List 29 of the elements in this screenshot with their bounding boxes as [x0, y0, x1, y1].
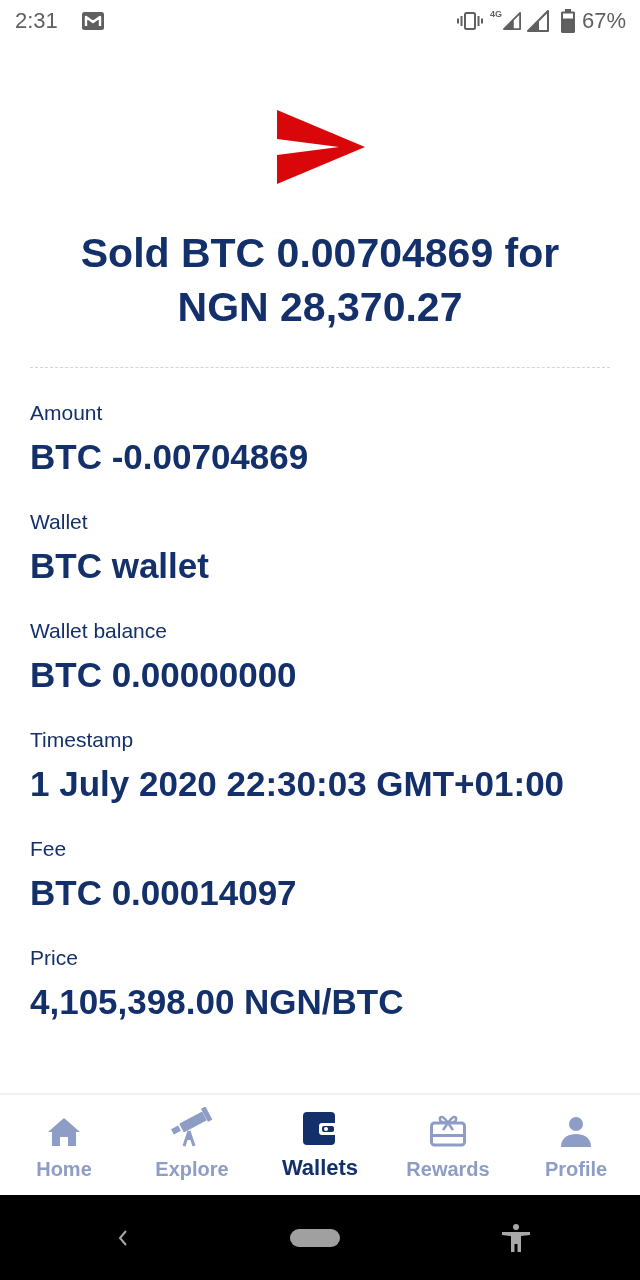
battery-percent: 67% — [581, 8, 626, 34]
signal-icon — [502, 11, 521, 31]
field-value: BTC -0.00704869 — [30, 437, 310, 477]
field-label: Fee — [30, 837, 68, 861]
field-label: Wallet — [30, 510, 89, 534]
network-type: 4G — [489, 9, 502, 19]
field-value: 1 July 2020 22:30:03 GMT+01:00 — [30, 764, 566, 804]
field-label: Amount — [30, 401, 104, 425]
field-value: BTC 0.00000000 — [30, 655, 298, 695]
back-icon[interactable] — [118, 1229, 128, 1246]
home-icon — [47, 1117, 81, 1147]
status-time: 2:31 — [15, 8, 58, 34]
profile-icon — [561, 1117, 591, 1147]
mail-icon — [81, 12, 104, 30]
field-value: 4,105,398.00 NGN/BTC — [30, 982, 405, 1022]
field-label: Wallet balance — [30, 619, 168, 643]
accessibility-icon[interactable] — [502, 1223, 530, 1252]
field-value: BTC 0.00014097 — [30, 873, 298, 913]
battery-icon — [560, 9, 575, 33]
field-value: BTC wallet — [30, 546, 210, 586]
field-label: Timestamp — [30, 728, 135, 752]
home-pill-button[interactable] — [290, 1228, 340, 1247]
gift-card-icon — [430, 1113, 466, 1147]
signal-icon — [526, 10, 549, 32]
transaction-title: Sold BTC 0.00704869 for NGN 28,370.27 — [79, 229, 561, 332]
telescope-icon — [170, 1107, 214, 1147]
wallet-icon — [303, 1112, 337, 1146]
vibrate-icon — [456, 12, 483, 30]
field-label: Price — [30, 946, 79, 970]
